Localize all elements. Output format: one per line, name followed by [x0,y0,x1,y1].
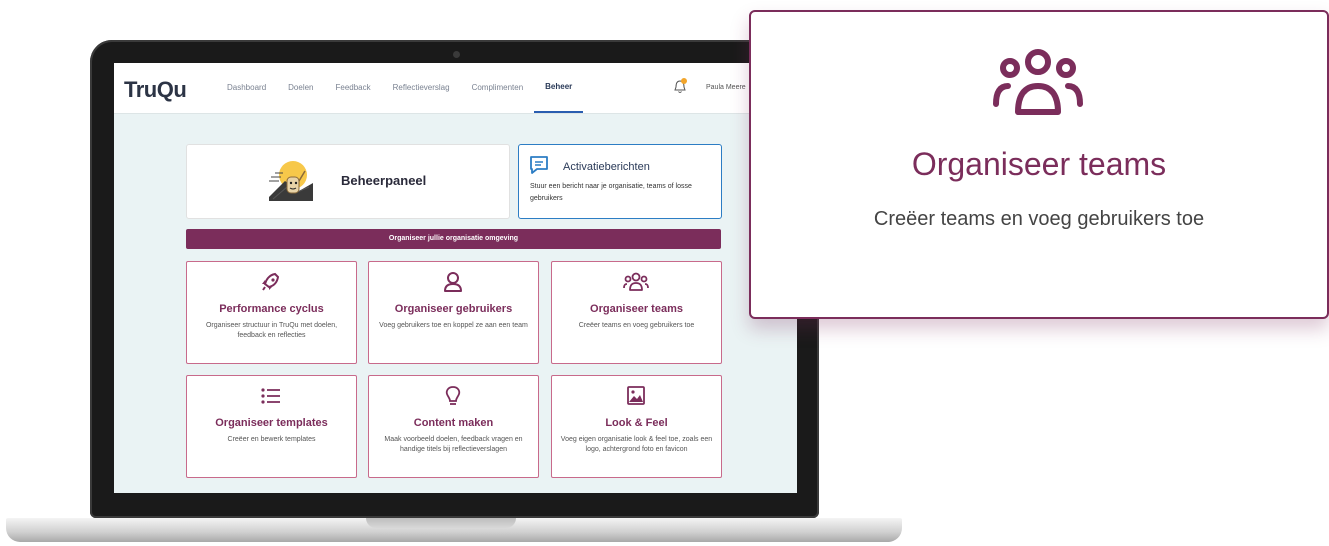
image-icon [627,386,645,405]
list-icon [261,388,280,404]
card-title: Organiseer templates [215,417,328,429]
card-look-and-feel[interactable]: Look & Feel Voeg eigen organisatie look … [551,375,722,478]
card-organiseer-templates[interactable]: Organiseer templates Creëer en bewerk te… [186,375,357,478]
app-screen: TruQu Dashboard Doelen Feedback Reflecti… [114,63,797,493]
camera-dot [453,51,460,58]
activation-messages-title: Activatieberichten [563,161,650,173]
callout-description: Creëer teams en voeg gebruikers toe [873,208,1205,230]
user-name[interactable]: Paula Meere [706,84,746,91]
nav-reflectieverslag[interactable]: Reflectieverslag [382,63,461,113]
users-group-icon [623,272,649,291]
mascot-image [269,161,313,201]
card-performance-cyclus[interactable]: Performance cyclus Organiseer structuur … [186,261,357,364]
card-title: Organiseer gebruikers [394,303,513,315]
activation-messages-card[interactable]: Activatieberichten Stuur een bericht naa… [518,144,722,219]
message-icon [530,156,548,174]
nav-dashboard[interactable]: Dashboard [216,63,277,113]
card-title: Look & Feel [605,417,668,429]
card-title: Organiseer teams [590,303,683,315]
nav-feedback[interactable]: Feedback [325,63,382,113]
card-content-maken[interactable]: Content maken Maak voorbeeld doelen, fee… [368,375,539,478]
main-nav: Dashboard Doelen Feedback Reflectieversl… [216,63,584,113]
nav-doelen[interactable]: Doelen [277,63,324,113]
top-navbar: TruQu Dashboard Doelen Feedback Reflecti… [114,63,797,114]
card-description: Maak voorbeeld doelen, feedback vragen e… [384,436,523,453]
card-title: Performance cyclus [219,303,324,315]
rocket-icon [262,272,280,291]
card-title: Content maken [413,417,494,429]
activation-messages-description: Stuur een bericht naar je organisatie, t… [530,183,692,202]
notification-badge [681,78,687,84]
card-organiseer-gebruikers[interactable]: Organiseer gebruikers Voeg gebruikers to… [368,261,539,364]
admin-panel-card: Beheerpaneel [186,144,510,219]
nav-complimenten[interactable]: Complimenten [461,63,535,113]
card-description: Creëer en bewerk templates [227,436,316,443]
laptop-notch [366,518,516,528]
user-icon [444,272,462,292]
card-description: Organiseer structuur in TruQu met doelen… [205,322,338,339]
card-description: Voeg eigen organisatie look & feel toe, … [560,436,713,453]
admin-panel-title: Beheerpaneel [341,173,427,188]
card-description: Creëer teams en voeg gebruikers toe [578,322,695,329]
card-organiseer-teams[interactable]: Organiseer teams Creëer teams en voeg ge… [551,261,722,364]
organise-teams-callout[interactable]: Organiseer teams Creëer teams en voeg ge… [749,10,1329,319]
lightbulb-icon [445,386,461,405]
section-banner: Organiseer jullie organisatie omgeving [186,229,721,249]
callout-title: Organiseer teams [911,146,1167,182]
users-group-icon [993,49,1083,115]
card-description: Voeg gebruikers toe en koppel ze aan een… [379,322,528,329]
nav-beheer[interactable]: Beheer [534,63,584,113]
truqu-logo[interactable]: TruQu [124,77,187,103]
